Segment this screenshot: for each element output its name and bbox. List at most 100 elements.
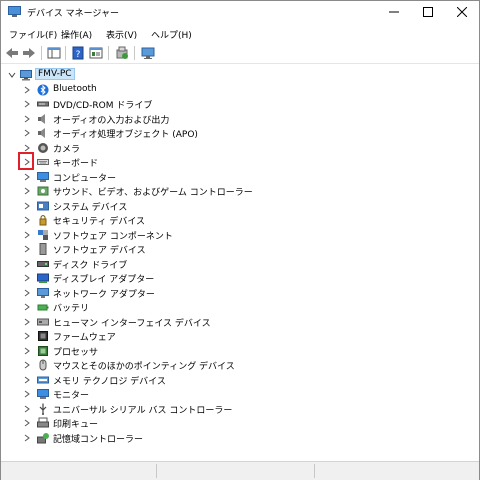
tree-item[interactable]: システム デバイス [2,199,302,213]
title-bar: デバイス マネージャー [1,1,479,23]
tree-item[interactable]: コンピューター [2,170,302,184]
network-adapter-icon [37,287,49,298]
tree-item[interactable]: ヒューマン インターフェイス デバイス [2,315,302,329]
chevron-down-icon[interactable] [7,70,17,80]
tree-item[interactable]: ネットワーク アダプター [2,286,302,300]
chevron-right-icon[interactable] [22,186,32,196]
tree-item[interactable]: 記憶域コントローラー [2,431,302,445]
menu-view[interactable]: 表示(V) [106,28,137,41]
chevron-right-icon[interactable] [22,302,32,312]
chevron-right-icon[interactable] [22,128,32,138]
back-button[interactable] [5,46,19,60]
toolbar-separator [108,46,109,60]
chevron-right-icon[interactable] [22,317,32,327]
tree-item-label: オーディオ処理オブジェクト (APO) [53,130,198,140]
chevron-right-icon[interactable] [22,143,32,153]
tree-item[interactable]: オーディオの入力および出力 [2,112,302,126]
chevron-right-icon[interactable] [22,360,32,370]
help-button[interactable]: ? [71,46,85,60]
window-title: デバイス マネージャー [27,9,119,19]
chevron-right-icon[interactable] [22,346,32,356]
tree-item-label: ソフトウェア コンポーネント [53,231,173,242]
menu-help[interactable]: ヘルプ(H) [151,28,192,41]
forward-arrow-icon [23,48,35,58]
tree-item[interactable]: DVD/CD-ROM ドライブ [2,97,302,111]
toolbar: ? [1,43,479,64]
memory-device-icon [37,376,49,383]
tree-item-label: DVD/CD-ROM ドライブ [53,101,153,111]
tree-item-label: ファームウェア [53,333,116,343]
tree-item[interactable]: マウスとそのほかのポインティング デバイス [2,358,302,372]
tree-root[interactable]: FMV-PC [2,68,302,82]
chevron-right-icon[interactable] [22,273,32,283]
properties-button[interactable] [89,46,103,60]
tree-item[interactable]: Bluetooth [2,83,302,97]
chevron-right-icon[interactable] [22,230,32,240]
back-arrow-icon [6,48,18,58]
mouse-icon [39,359,47,371]
chevron-right-icon[interactable] [22,215,32,225]
chevron-right-icon[interactable] [22,99,32,109]
help-book-icon: ? [72,46,84,60]
tree-item[interactable]: ユニバーサル シリアル バス コントローラー [2,402,302,416]
minimize-button[interactable] [377,1,411,23]
tree-item[interactable]: ソフトウェア コンポーネント [2,228,302,242]
tree-item[interactable]: ディスプレイ アダプター [2,271,302,285]
tree-item[interactable]: モニター [2,387,302,401]
chevron-right-icon[interactable] [22,201,32,211]
tree-item[interactable]: ファームウェア [2,329,302,343]
tree-item-label: カメラ [53,144,81,155]
close-button[interactable] [445,1,479,23]
maximize-button[interactable] [411,1,445,23]
tree-item[interactable]: セキュリティ デバイス [2,213,302,227]
chevron-right-icon[interactable] [22,418,32,428]
tree-item[interactable]: プロセッサ [2,344,302,358]
tree-item[interactable]: バッテリ [2,300,302,314]
tree-item-label: キーボード [53,159,99,169]
chevron-right-icon[interactable] [22,114,32,124]
dvd-drive-icon [37,101,49,107]
forward-button[interactable] [22,46,36,60]
update-driver-button[interactable] [115,46,129,60]
tree-item[interactable]: サウンド、ビデオ、およびゲーム コントローラー [2,184,302,198]
tree-item-label: サウンド、ビデオ、およびゲーム コントローラー [53,188,253,198]
scan-hardware-button[interactable] [141,46,155,60]
chevron-right-icon[interactable] [22,389,32,399]
tree-item-label: メモリ テクノロジ デバイス [53,376,166,387]
computer-icon [20,70,32,81]
tree-item[interactable]: ソフトウェア デバイス [2,242,302,256]
display-adapter-icon [37,273,49,283]
tree-item-label: マウスとそのほかのポインティング デバイス [53,362,235,372]
tree-item[interactable]: オーディオ処理オブジェクト (APO) [2,126,302,140]
tree-item[interactable]: キーボード [2,155,302,169]
chevron-right-icon[interactable] [22,259,32,269]
close-icon [457,7,467,17]
menu-action[interactable]: 操作(A) [61,28,92,41]
tree-item[interactable]: 印刷キュー [2,416,302,430]
chevron-right-icon[interactable] [22,375,32,385]
tree-item[interactable]: メモリ テクノロジ デバイス [2,373,302,387]
tree-item-label: モニター [53,391,90,401]
chevron-right-icon[interactable] [22,85,32,95]
tree-item-label: 記憶域コントローラー [53,434,144,445]
hid-icon [37,318,49,325]
tree-item-label: ユニバーサル シリアル バス コントローラー [53,405,233,416]
chevron-right-icon[interactable] [22,433,32,443]
menu-file[interactable]: ファイル(F) [9,28,57,41]
chevron-right-icon[interactable] [22,404,32,414]
tree-item[interactable]: カメラ [2,141,302,155]
system-device-icon [37,201,49,210]
tree-item[interactable]: ディスク ドライブ [2,257,302,271]
camera-icon [38,142,48,153]
tree-item-label: ヒューマン インターフェイス デバイス [53,318,211,329]
device-manager-icon [8,6,21,17]
chevron-right-icon[interactable] [22,172,32,182]
tree-item-label: ソフトウェア デバイス [53,246,146,256]
tree-item-label: ネットワーク アダプター [53,289,155,300]
chevron-right-icon[interactable] [22,288,32,298]
chevron-right-icon[interactable] [22,244,32,254]
tree-item-label: ディスプレイ アダプター [53,275,155,285]
minimize-icon [389,11,399,13]
show-hide-console-tree-button[interactable] [47,46,61,60]
chevron-right-icon[interactable] [22,331,32,341]
